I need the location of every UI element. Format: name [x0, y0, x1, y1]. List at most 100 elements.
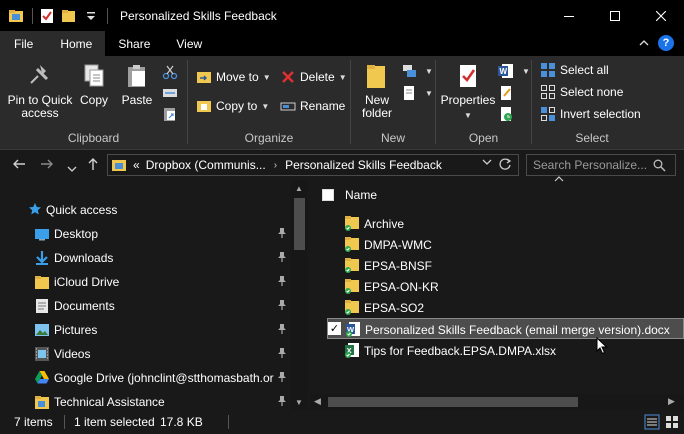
chevron-down-icon: ▼ [262, 72, 271, 82]
chevron-down-icon: ▼ [464, 111, 472, 120]
address-bar[interactable]: « Dropbox (Communis... › Personalized Sk… [107, 154, 519, 176]
move-to-button[interactable]: Move to ▼ [196, 67, 271, 87]
back-button[interactable] [12, 157, 26, 174]
up-button[interactable] [86, 157, 100, 174]
scroll-left-icon[interactable]: ◀ [314, 396, 321, 407]
address-history-chevron-icon[interactable] [482, 158, 492, 168]
pin-icon[interactable] [276, 299, 288, 311]
select-all-label: Select all [560, 63, 609, 77]
select-all-button[interactable]: Select all [540, 60, 609, 80]
selection-size: 17.8 KB [160, 415, 203, 429]
paste-shortcut-button[interactable] [162, 104, 182, 124]
pin-icon[interactable] [276, 323, 288, 335]
copy-to-button[interactable]: Copy to ▼ [196, 96, 269, 116]
nav-quick-access[interactable]: Quick access [0, 198, 290, 222]
star-icon [29, 203, 41, 215]
properties-button[interactable]: Properties ▼ [440, 62, 496, 122]
paste-shortcut-icon [164, 108, 175, 121]
minimize-icon [564, 15, 574, 17]
forward-button[interactable] [40, 157, 54, 174]
refresh-icon[interactable] [498, 157, 512, 174]
large-icons-view-icon[interactable] [664, 414, 680, 430]
file-name: EPSA-SO2 [364, 301, 425, 315]
explorer-app-icon[interactable] [8, 8, 24, 24]
nav-item-videos[interactable]: Videos [0, 342, 290, 366]
details-view-icon[interactable] [644, 414, 660, 430]
folder-icon [35, 396, 49, 409]
tab-file[interactable]: File [0, 31, 48, 56]
tab-home[interactable]: Home [47, 31, 106, 56]
pin-to-quick-access-button[interactable]: Pin to Quick access [6, 62, 74, 120]
file-row-archive[interactable]: Archive [327, 213, 684, 234]
file-row-epsa-bnsf[interactable]: EPSA-BNSF [327, 255, 684, 276]
horizontal-scrollbar[interactable]: ◀ ▶ [310, 394, 684, 410]
file-row-dmpa-wmc[interactable]: DMPA-WMC [327, 234, 684, 255]
close-button[interactable] [638, 0, 684, 31]
file-row-personalized-skills-feedback-docx[interactable]: ✓ W Personalized Skills Feedback (email … [327, 318, 684, 339]
file-row-tips-for-feedback-xlsx[interactable]: X Tips for Feedback.EPSA.DMPA.xlsx [327, 340, 684, 361]
search-box[interactable] [526, 154, 676, 176]
breadcrumb-overflow[interactable]: « [133, 158, 140, 172]
copy-path-button[interactable] [162, 83, 182, 103]
help-icon[interactable]: ? [658, 35, 674, 51]
cut-button[interactable] [162, 62, 182, 82]
pictures-icon [35, 324, 49, 336]
pin-icon[interactable] [276, 275, 288, 287]
synced-folder-icon [345, 216, 359, 231]
customize-toolbar-icon[interactable] [83, 8, 99, 24]
pin-icon[interactable] [276, 227, 288, 239]
breadcrumb-chevron-icon[interactable]: › [274, 160, 277, 171]
search-icon[interactable] [653, 159, 666, 172]
rename-button[interactable]: Rename [280, 96, 345, 116]
scroll-down-icon[interactable]: ▼ [295, 398, 303, 407]
open-with-button[interactable]: W ▼ [498, 61, 530, 81]
pin-icon[interactable] [276, 347, 288, 359]
nav-item-downloads[interactable]: Downloads [0, 246, 290, 270]
search-input[interactable] [533, 158, 653, 172]
nav-item-technical-assistance[interactable]: Technical Assistance [0, 390, 290, 410]
delete-button[interactable]: Delete ▼ [280, 67, 347, 87]
google-drive-icon [35, 371, 49, 384]
properties-quick-icon[interactable] [39, 8, 55, 24]
copy-button[interactable]: Copy [76, 62, 112, 107]
history-button[interactable] [498, 104, 518, 124]
nav-item-icloud-drive[interactable]: iCloud Drive [0, 270, 290, 294]
scroll-right-icon[interactable]: ▶ [668, 396, 675, 407]
horizontal-scroll-thumb[interactable] [328, 397, 578, 407]
ribbon-collapse-chevron-icon[interactable] [638, 37, 650, 49]
column-name-header[interactable]: Name [345, 188, 377, 202]
breadcrumb-item[interactable]: Personalized Skills Feedback [285, 158, 442, 172]
file-row-epsa-on-kr[interactable]: EPSA-ON-KR [327, 276, 684, 297]
new-folder-quick-icon[interactable] [61, 8, 77, 24]
minimize-button[interactable] [546, 0, 592, 31]
new-folder-button[interactable]: New folder [359, 62, 395, 120]
organize-group-label: Organize [244, 131, 294, 145]
select-all-checkbox[interactable] [322, 189, 334, 201]
nav-item-google-drive[interactable]: Google Drive (johnclint@stthomasbath.or [0, 366, 290, 390]
tab-share[interactable]: Share [105, 31, 163, 56]
nav-item-label: Downloads [54, 251, 114, 265]
pin-icon[interactable] [276, 371, 288, 383]
file-row-epsa-so2[interactable]: EPSA-SO2 [327, 297, 684, 318]
invert-selection-button[interactable]: Invert selection [540, 104, 641, 124]
organize-group: Move to ▼ Copy to ▼ Delete ▼ Rename Organiz… [188, 56, 350, 150]
easy-access-button[interactable]: ▼ [401, 83, 433, 103]
new-item-button[interactable]: ▼ [401, 61, 433, 81]
pin-icon[interactable] [276, 251, 288, 263]
nav-vertical-scrollbar[interactable]: ▲ ▼ [291, 180, 308, 410]
nav-item-documents[interactable]: Documents [0, 294, 290, 318]
videos-icon [35, 347, 49, 361]
tab-view[interactable]: View [163, 31, 215, 56]
nav-scroll-thumb[interactable] [294, 198, 305, 250]
nav-item-pictures[interactable]: Pictures [0, 318, 290, 342]
row-checkbox[interactable]: ✓ [328, 322, 341, 335]
nav-item-desktop[interactable]: Desktop [0, 222, 290, 246]
breadcrumb-item[interactable]: Dropbox (Communis... [146, 158, 266, 172]
edit-button[interactable] [498, 83, 518, 103]
pin-icon[interactable] [276, 395, 288, 407]
paste-button[interactable]: Paste [118, 62, 156, 107]
select-none-button[interactable]: Select none [540, 82, 623, 102]
recent-locations-button[interactable] [67, 160, 77, 176]
maximize-button[interactable] [592, 0, 638, 31]
scroll-up-icon[interactable]: ▲ [295, 184, 303, 193]
